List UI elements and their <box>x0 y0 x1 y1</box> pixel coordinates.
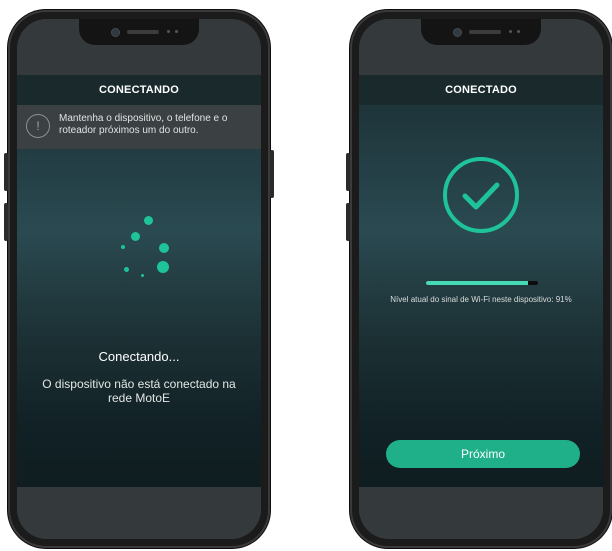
sensor-dot <box>175 30 178 33</box>
front-camera-icon <box>453 28 462 37</box>
phone-screen: CONECTANDO ! Mantenha o dispositivo, o t… <box>17 19 261 539</box>
connecting-status-description: O dispositivo não está conectado na rede… <box>42 377 236 405</box>
loading-spinner-icon <box>17 75 261 487</box>
spinner-dot <box>157 261 169 273</box>
app-content: CONECTANDO ! Mantenha o dispositivo, o t… <box>17 75 261 487</box>
spinner-dot <box>124 267 129 272</box>
connecting-status-label: Conectando... <box>98 349 180 364</box>
notch <box>421 19 541 45</box>
app-content: CONECTADO Nível atual do sinal de Wi-Fi … <box>359 75 603 487</box>
notch <box>79 19 199 45</box>
phones-stage: CONECTANDO ! Mantenha o dispositivo, o t… <box>0 0 612 551</box>
spinner-dot <box>144 216 153 225</box>
power-button <box>270 150 274 198</box>
navigation-area <box>17 487 261 539</box>
speaker-grille <box>469 30 501 34</box>
spinner-dot <box>131 232 140 241</box>
front-camera-icon <box>111 28 120 37</box>
spinner-dot <box>159 243 169 253</box>
sensor-dot <box>509 30 512 33</box>
volume-down-button <box>4 203 8 241</box>
sensor-dot <box>167 30 170 33</box>
signal-strength-text: Nível atual do sinal de Wi-Fi neste disp… <box>390 295 572 304</box>
phone-connected: CONECTADO Nível atual do sinal de Wi-Fi … <box>346 10 612 548</box>
check-circle-icon <box>443 157 519 233</box>
speaker-grille <box>127 30 159 34</box>
navigation-area <box>359 487 603 539</box>
volume-up-button <box>346 153 350 191</box>
page-title: CONECTADO <box>359 75 603 105</box>
spinner-dot <box>141 274 144 277</box>
spinner-dot <box>121 245 125 249</box>
volume-up-button <box>4 153 8 191</box>
sensor-dot <box>517 30 520 33</box>
signal-strength-bar <box>426 281 538 285</box>
volume-down-button <box>346 203 350 241</box>
next-button[interactable]: Próximo <box>386 440 580 468</box>
signal-strength-fill <box>426 281 528 285</box>
phone-connecting: CONECTANDO ! Mantenha o dispositivo, o t… <box>4 10 274 548</box>
phone-screen: CONECTADO Nível atual do sinal de Wi-Fi … <box>359 19 603 539</box>
